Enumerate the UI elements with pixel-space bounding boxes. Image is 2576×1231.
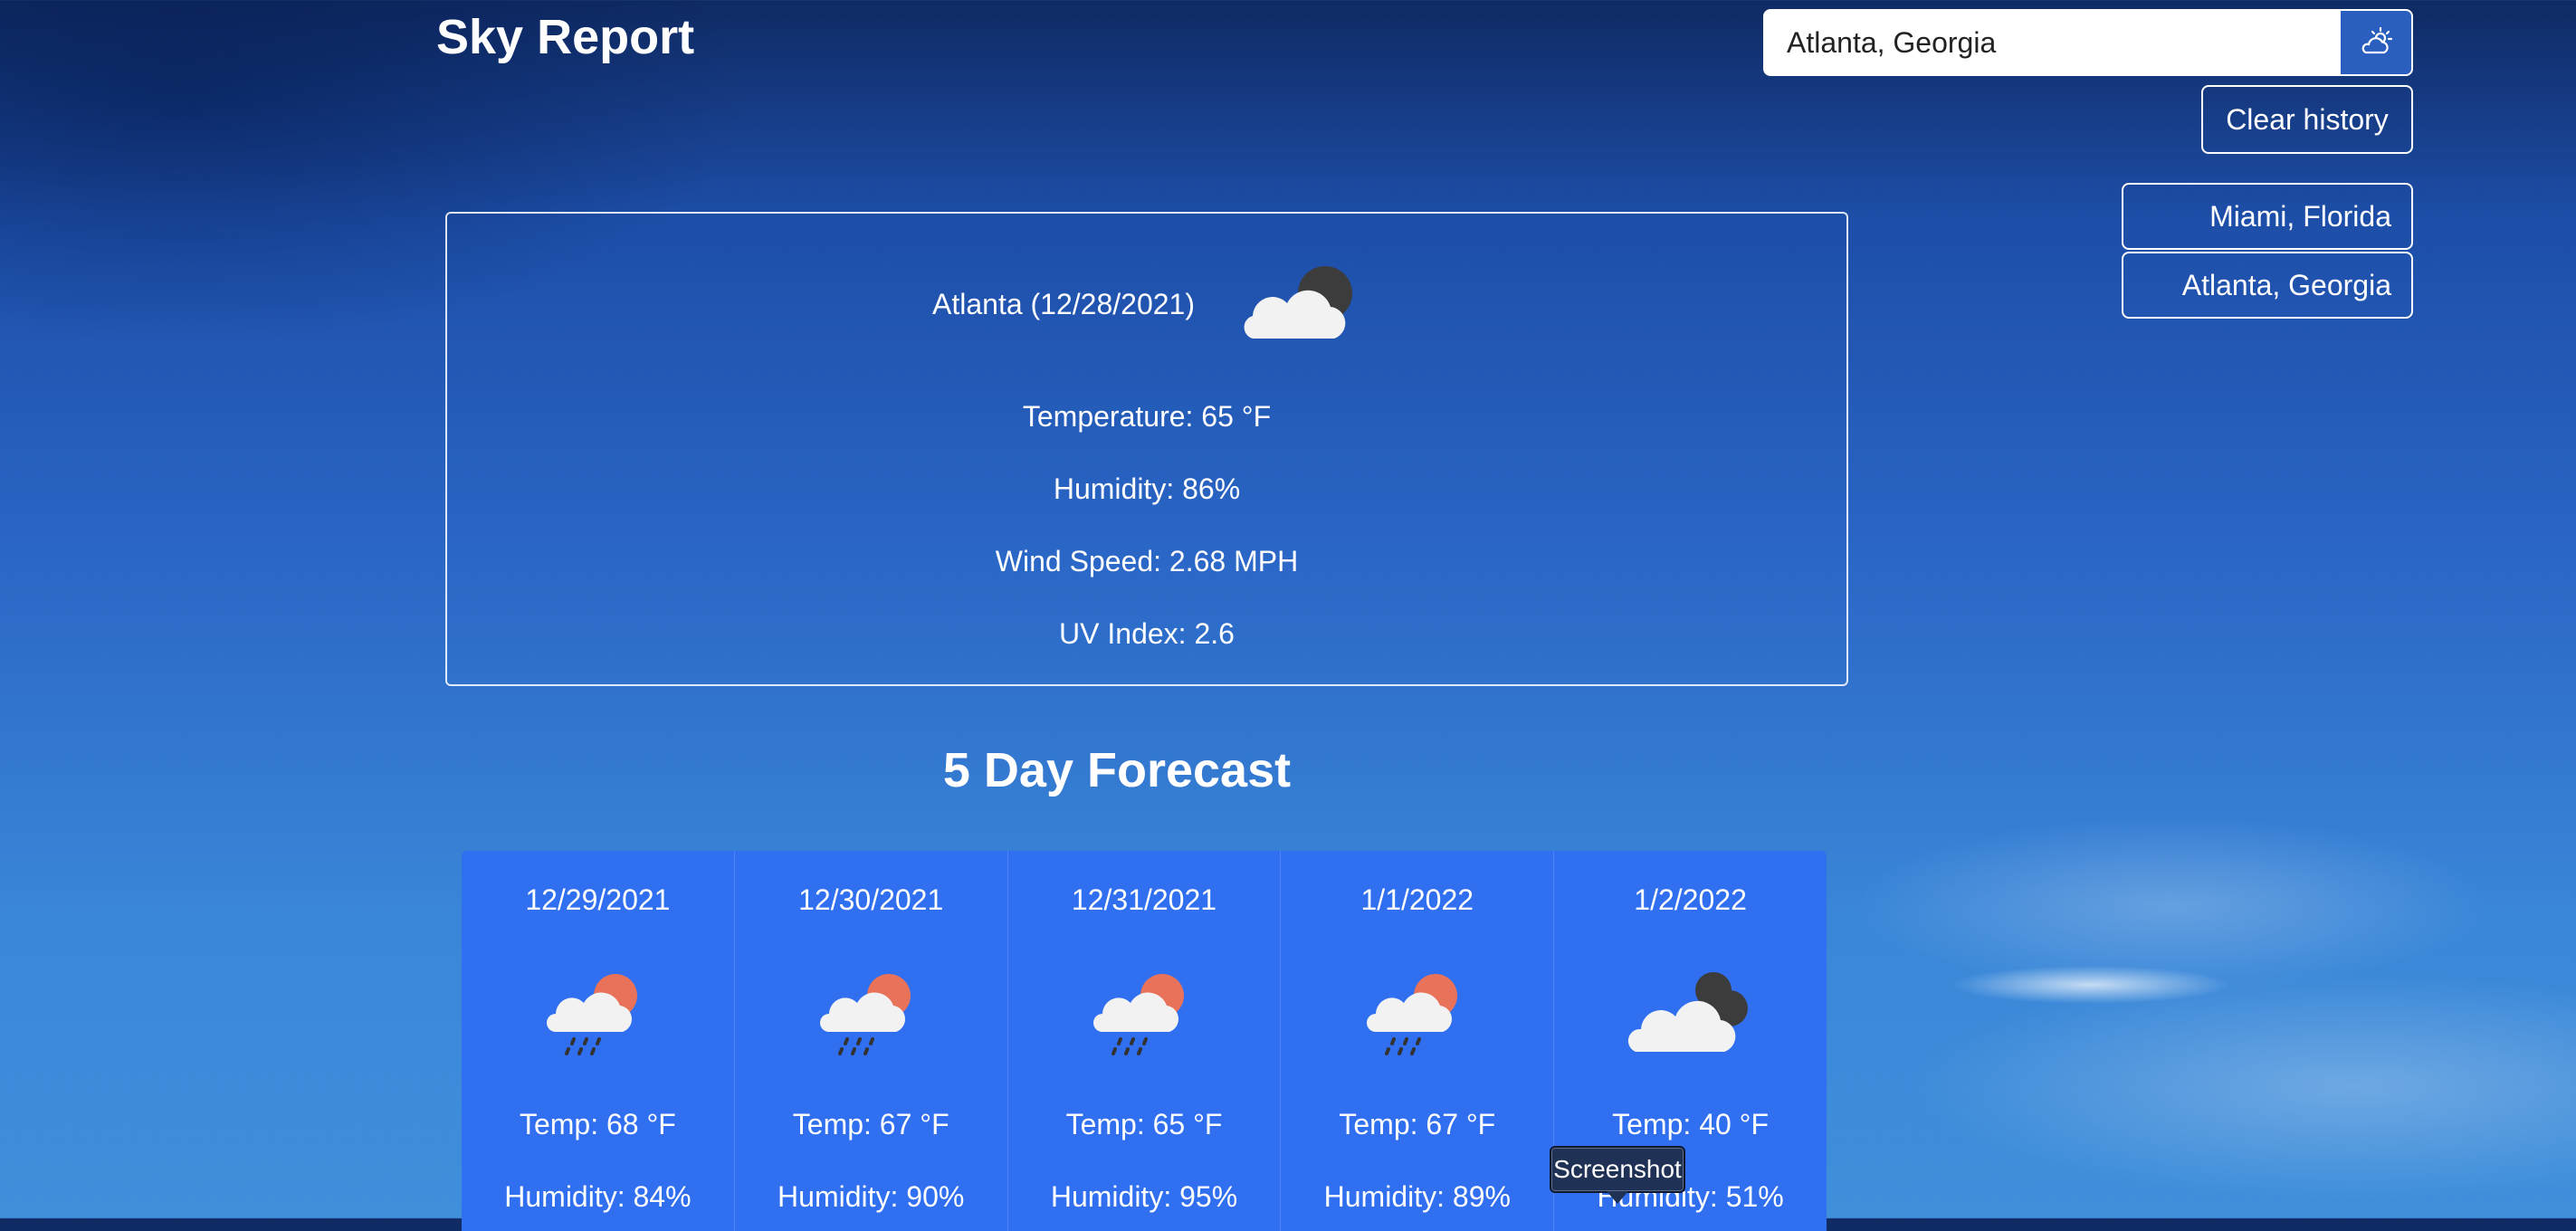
rain-sun-icon bbox=[820, 974, 911, 1055]
forecast-date: 1/2/2022 bbox=[1634, 883, 1747, 916]
current-weather-card: Atlanta (12/28/2021) Temperature: 65 °F … bbox=[445, 212, 1848, 686]
search-bar bbox=[1763, 9, 2413, 76]
search-button[interactable] bbox=[2339, 11, 2411, 74]
rain-sun-icon bbox=[547, 974, 638, 1055]
forecast-humidity: Humidity: 89% bbox=[1323, 1180, 1511, 1213]
current-temperature: Temperature: 65 °F bbox=[1022, 400, 1272, 433]
forecast-day-card: 12/30/2021 Temp: 67 °F Humidity: 90% bbox=[735, 851, 1008, 1231]
screenshot-tooltip: Screenshot bbox=[1550, 1146, 1685, 1193]
forecast-humidity: Humidity: 90% bbox=[778, 1180, 965, 1213]
city-search-input[interactable] bbox=[1765, 11, 2339, 74]
rain-sun-icon bbox=[1092, 974, 1184, 1055]
current-uv-index: UV Index: 2.6 bbox=[1059, 617, 1235, 650]
history-item-miami[interactable]: Miami, Florida bbox=[2122, 183, 2413, 250]
forecast-temp: Temp: 40 °F bbox=[1612, 1108, 1770, 1140]
current-wind-speed: Wind Speed: 2.68 MPH bbox=[995, 545, 1299, 577]
forecast-date: 12/29/2021 bbox=[525, 883, 671, 916]
app-title: Sky Report bbox=[436, 10, 695, 64]
forecast-title: 5 Day Forecast bbox=[942, 743, 1292, 797]
current-humidity: Humidity: 86% bbox=[1053, 472, 1241, 505]
cloudy-night-icon bbox=[1627, 972, 1748, 1052]
forecast-day-card: 1/1/2022 Temp: 67 °F Humidity: 89% bbox=[1281, 851, 1555, 1231]
forecast-date: 12/31/2021 bbox=[1071, 883, 1217, 916]
forecast-date: 1/1/2022 bbox=[1360, 883, 1474, 916]
forecast-day-card: 12/31/2021 Temp: 65 °F Humidity: 95% bbox=[1008, 851, 1282, 1231]
forecast-temp: Temp: 68 °F bbox=[519, 1108, 676, 1140]
current-city-date: Atlanta (12/28/2021) bbox=[932, 287, 1195, 320]
cloudy-night-icon bbox=[1244, 266, 1352, 339]
forecast-day-card: 12/29/2021 Temp: 68 °F Humidity: 84% bbox=[462, 851, 735, 1231]
forecast-temp: Temp: 67 °F bbox=[1339, 1108, 1496, 1140]
clear-history-button[interactable]: Clear history bbox=[2201, 85, 2413, 154]
rain-sun-icon bbox=[1366, 974, 1457, 1055]
forecast-temp: Temp: 67 °F bbox=[792, 1108, 949, 1140]
forecast-temp: Temp: 65 °F bbox=[1065, 1108, 1223, 1140]
forecast-date: 12/30/2021 bbox=[798, 883, 944, 916]
partly-cloudy-icon bbox=[2361, 26, 2393, 54]
current-heading-row: Atlanta (12/28/2021) bbox=[447, 259, 1846, 349]
history-item-atlanta[interactable]: Atlanta, Georgia bbox=[2122, 252, 2413, 319]
forecast-humidity: Humidity: 84% bbox=[504, 1180, 692, 1213]
forecast-humidity: Humidity: 95% bbox=[1050, 1180, 1238, 1213]
